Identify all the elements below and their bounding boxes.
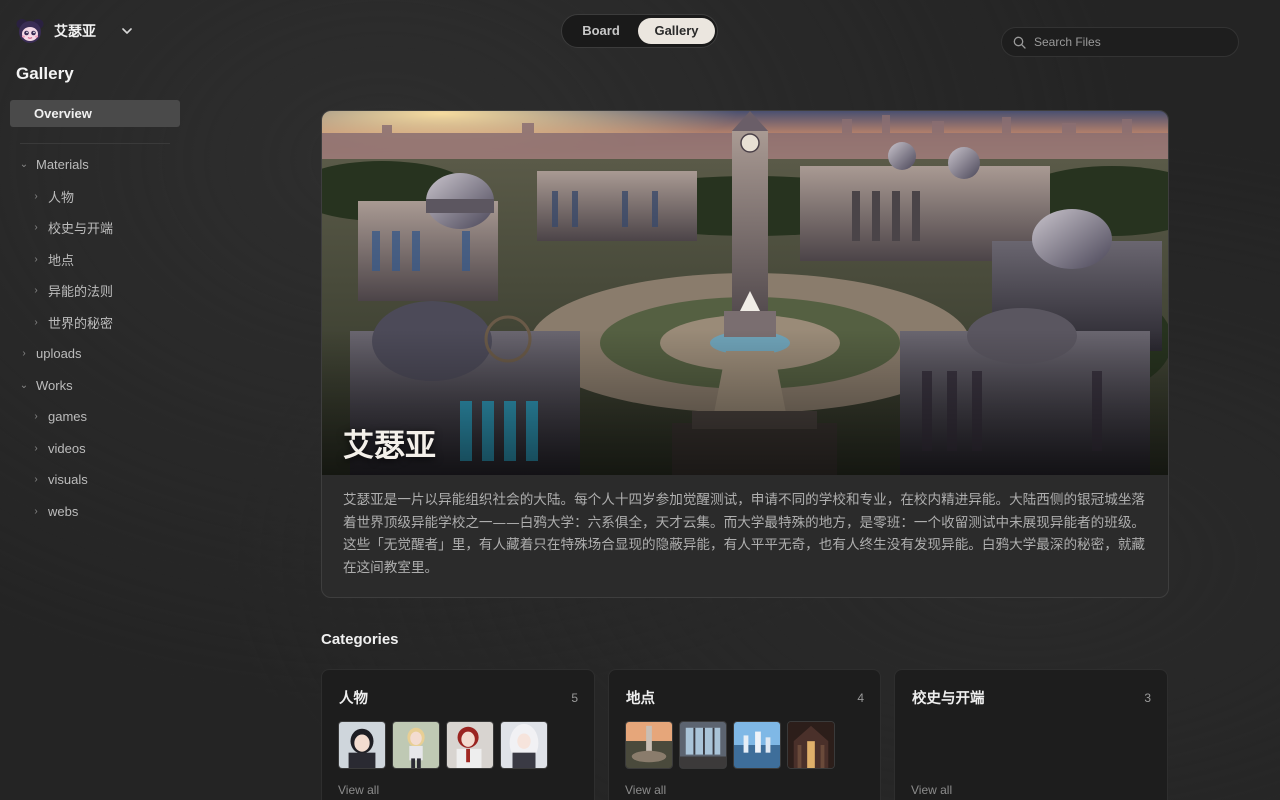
hero-title: 艾瑟亚 bbox=[343, 428, 436, 464]
category-card-people[interactable]: 人物 5 View all bbox=[321, 669, 595, 800]
tree-item-webs[interactable]: › webs bbox=[30, 500, 78, 522]
thumbnail[interactable] bbox=[679, 721, 727, 769]
hero-campus-image bbox=[322, 111, 1168, 475]
workspace-logo-icon bbox=[16, 19, 44, 43]
chevron-down-icon: ⌄ bbox=[19, 379, 29, 391]
chevron-down-icon: ⌄ bbox=[19, 158, 29, 170]
tree-item-label: uploads bbox=[36, 345, 82, 361]
thumbnail-strip bbox=[625, 721, 835, 769]
chevron-right-icon: › bbox=[34, 316, 38, 328]
tree-item-label: 地点 bbox=[48, 253, 75, 269]
tree-item-works[interactable]: ⌄ Works bbox=[18, 374, 73, 396]
chevron-right-icon: › bbox=[34, 284, 38, 296]
search-icon bbox=[1013, 36, 1026, 49]
category-count: 4 bbox=[857, 691, 864, 705]
sidebar-item-overview[interactable]: Overview bbox=[10, 100, 180, 127]
tree-item-ability-rules[interactable]: › 异能的法则 bbox=[30, 279, 113, 301]
tab-board[interactable]: Board bbox=[568, 18, 634, 44]
view-toggle: Board Gallery bbox=[561, 14, 718, 48]
tree-item-visuals[interactable]: › visuals bbox=[30, 468, 88, 490]
view-all-link[interactable]: View all bbox=[625, 783, 666, 797]
view-all-link[interactable]: View all bbox=[911, 783, 952, 797]
category-count: 3 bbox=[1144, 691, 1151, 705]
chevron-right-icon: › bbox=[34, 410, 38, 422]
tree-item-places[interactable]: › 地点 bbox=[30, 248, 74, 270]
chevron-right-icon: › bbox=[34, 505, 38, 517]
tree-item-games[interactable]: › games bbox=[30, 405, 87, 427]
hero-description: 艾瑟亚是一片以异能组织社会的大陆。每个人十四岁参加觉醒测试，申请不同的学校和专业… bbox=[343, 492, 1146, 576]
sidebar: 艾瑟亚 Gallery Overview ⌄ Materials › 人物 › … bbox=[0, 0, 190, 800]
thumbnail[interactable] bbox=[733, 721, 781, 769]
tree-item-label: 世界的秘密 bbox=[48, 316, 114, 332]
category-count: 5 bbox=[571, 691, 578, 705]
tree-item-label: videos bbox=[48, 440, 86, 456]
chevron-right-icon: › bbox=[34, 221, 38, 233]
tree-item-history[interactable]: › 校史与开端 bbox=[30, 216, 113, 238]
workspace-name: 艾瑟亚 bbox=[54, 24, 96, 40]
search-bar bbox=[1001, 27, 1239, 57]
thumbnail[interactable] bbox=[338, 721, 386, 769]
tree-item-label: webs bbox=[48, 503, 79, 519]
thumbnail[interactable] bbox=[787, 721, 835, 769]
tree-item-materials[interactable]: ⌄ Materials bbox=[18, 153, 89, 175]
view-all-link[interactable]: View all bbox=[338, 783, 379, 797]
tree-item-videos[interactable]: › videos bbox=[30, 437, 86, 459]
tree-item-label: 异能的法则 bbox=[48, 284, 114, 300]
thumbnail[interactable] bbox=[392, 721, 440, 769]
category-name: 校史与开端 bbox=[912, 690, 985, 707]
chevron-right-icon: › bbox=[22, 347, 26, 359]
thumbnail-strip bbox=[338, 721, 548, 769]
category-card-places[interactable]: 地点 4 View all bbox=[608, 669, 881, 800]
categories-heading: Categories bbox=[321, 631, 399, 648]
hero-card: 艾瑟亚 艾瑟亚是一片以异能组织社会的大陆。每个人十四岁参加觉醒测试，申请不同的学… bbox=[321, 110, 1169, 598]
tree-item-label: 校史与开端 bbox=[48, 221, 114, 237]
chevron-right-icon: › bbox=[34, 473, 38, 485]
tree-item-label: Materials bbox=[36, 156, 89, 172]
tree-item-people[interactable]: › 人物 bbox=[30, 185, 74, 207]
chevron-right-icon: › bbox=[34, 442, 38, 454]
category-name: 地点 bbox=[626, 690, 655, 707]
tab-gallery[interactable]: Gallery bbox=[638, 18, 715, 44]
tree-item-label: visuals bbox=[48, 471, 88, 487]
tree-item-label: 人物 bbox=[48, 190, 75, 206]
workspace-switcher[interactable]: 艾瑟亚 bbox=[16, 18, 134, 44]
search-input[interactable] bbox=[1034, 35, 1224, 49]
category-name: 人物 bbox=[339, 690, 368, 707]
tree-item-uploads[interactable]: › uploads bbox=[18, 342, 82, 364]
thumbnail[interactable] bbox=[625, 721, 673, 769]
category-card-history[interactable]: 校史与开端 3 View all bbox=[894, 669, 1168, 800]
sidebar-title: Gallery bbox=[16, 64, 74, 83]
chevron-right-icon: › bbox=[34, 253, 38, 265]
chevron-down-icon[interactable] bbox=[120, 24, 134, 38]
tree-item-label: games bbox=[48, 408, 88, 424]
tree-item-label: Works bbox=[36, 377, 73, 393]
tree-item-world-secrets[interactable]: › 世界的秘密 bbox=[30, 311, 113, 333]
chevron-right-icon: › bbox=[34, 190, 38, 202]
thumbnail[interactable] bbox=[446, 721, 494, 769]
sidebar-divider bbox=[20, 143, 170, 144]
thumbnail[interactable] bbox=[500, 721, 548, 769]
